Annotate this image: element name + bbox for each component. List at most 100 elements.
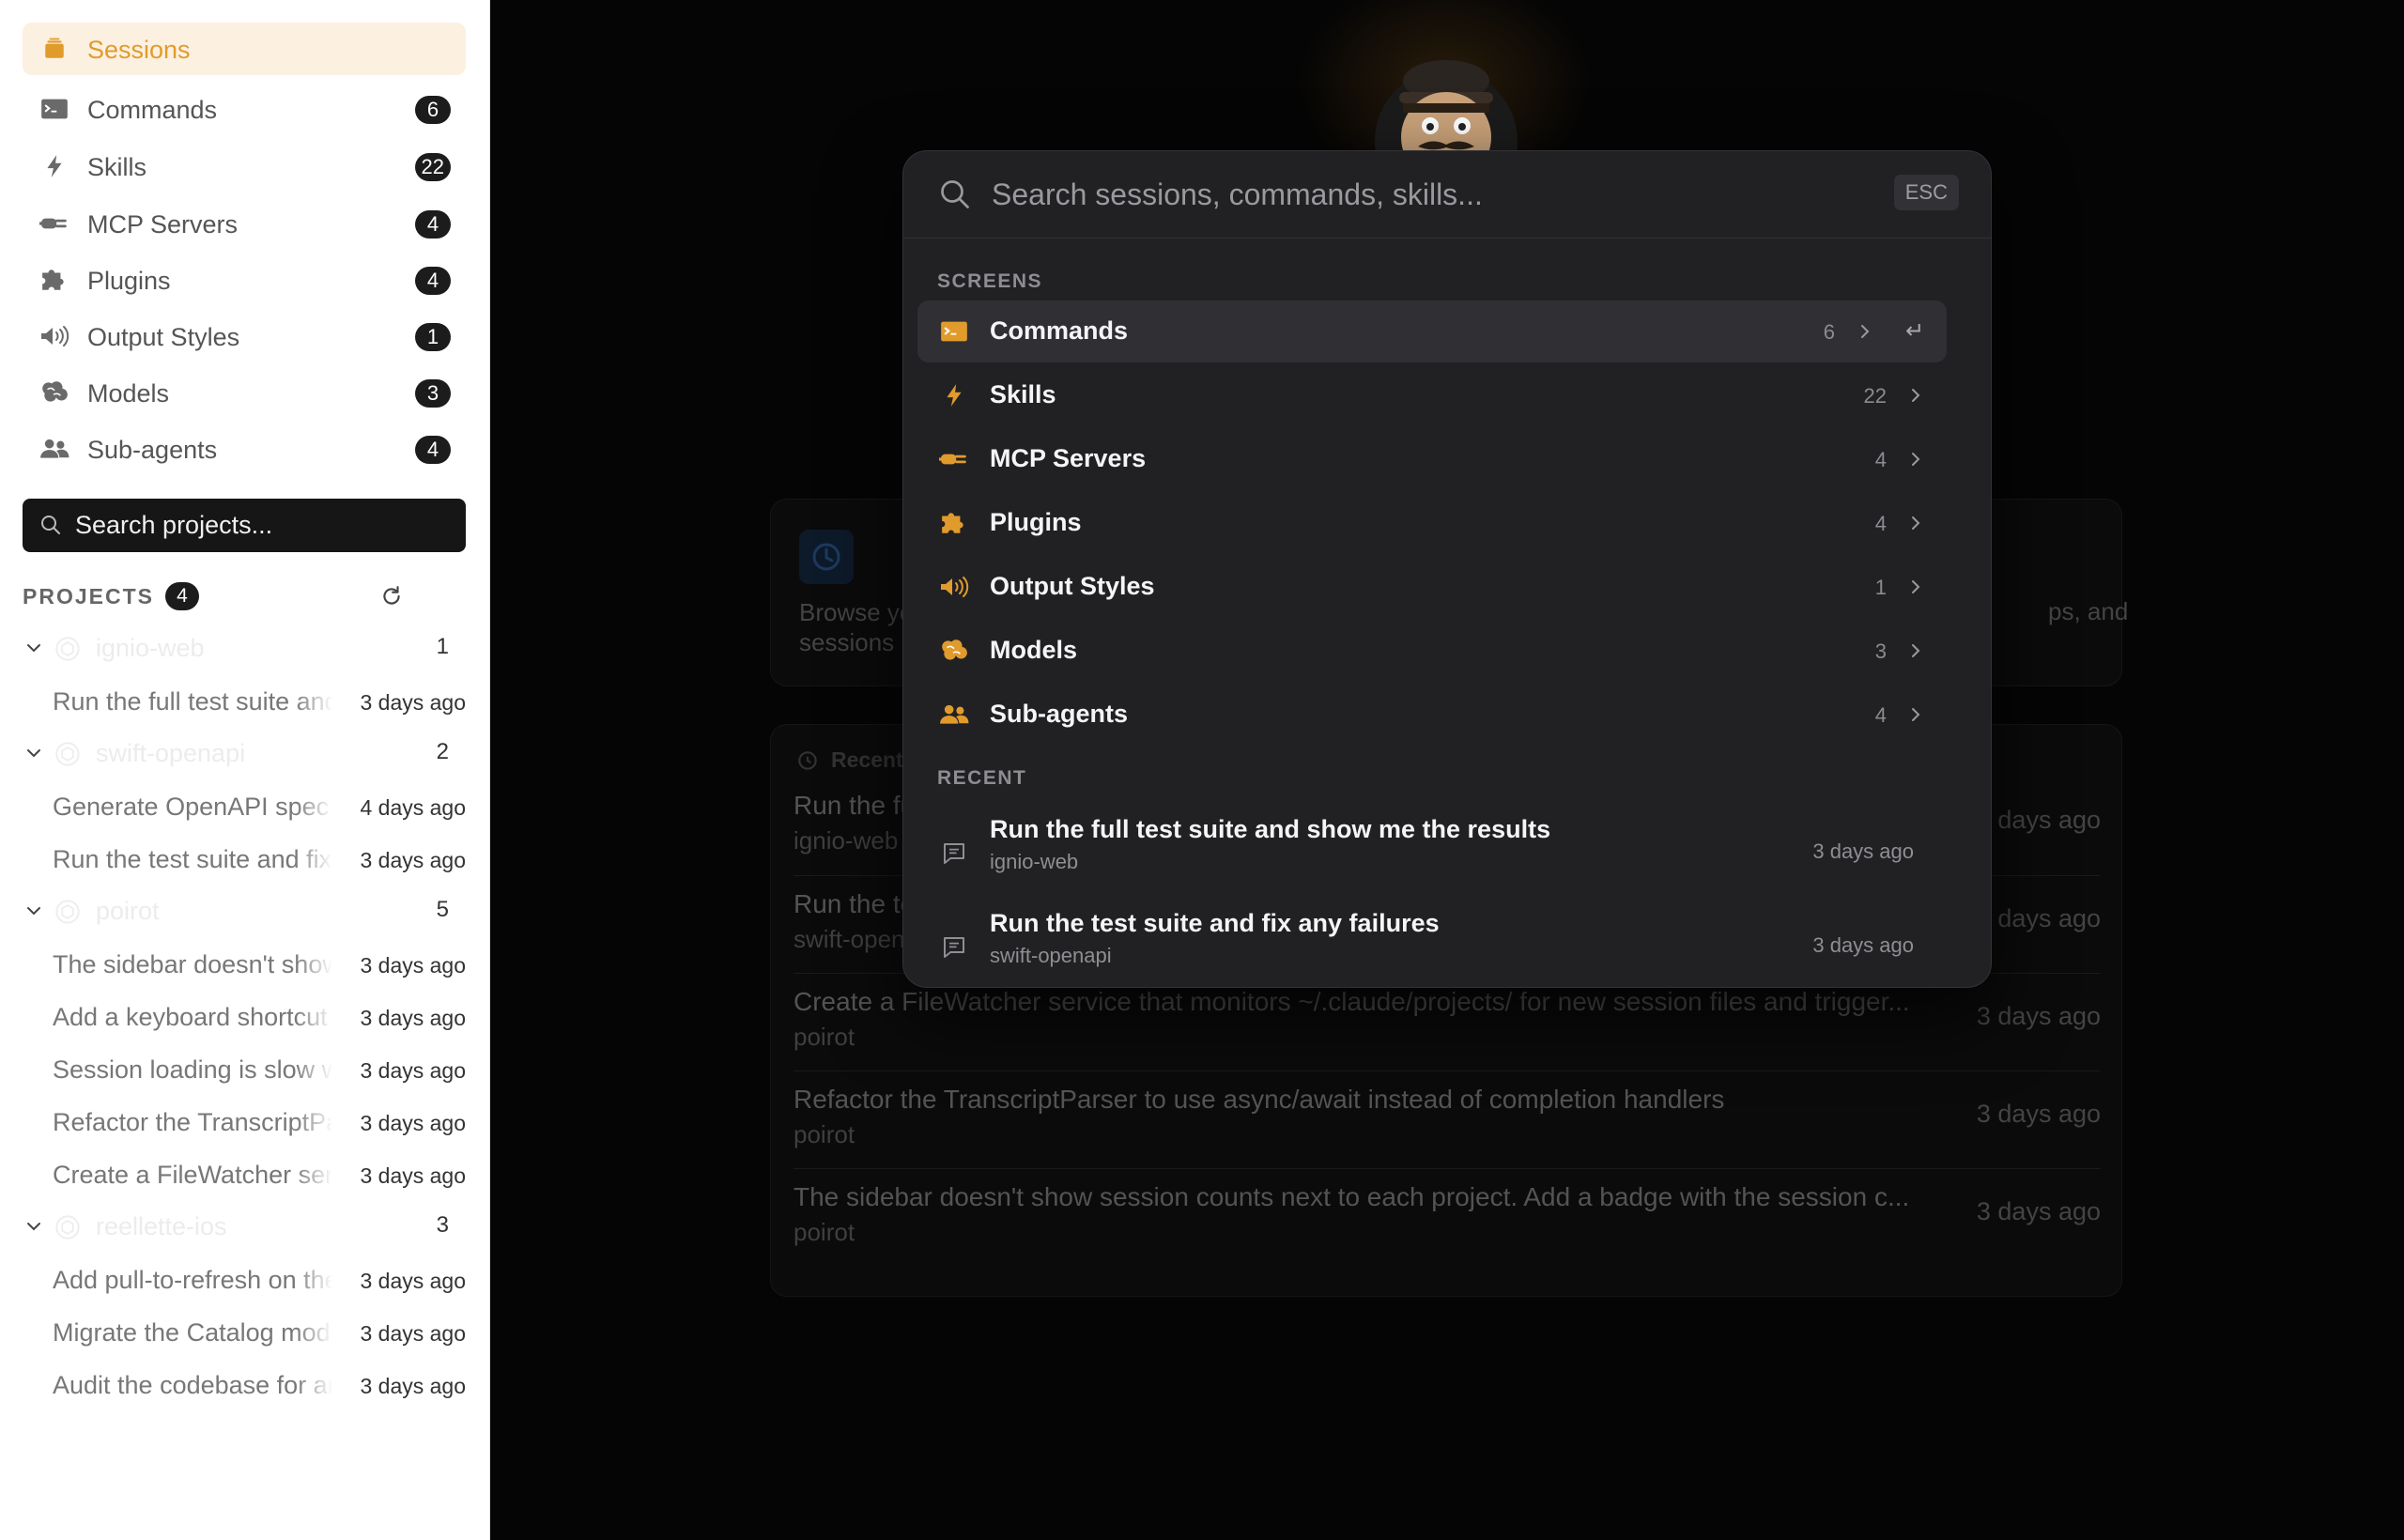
sidebar-item-output-styles[interactable]: Output Styles 1 (23, 310, 466, 362)
palette-item-label: Plugins (990, 508, 1082, 536)
project-search-input[interactable] (75, 499, 451, 552)
sidebar-item-models[interactable]: Models 3 (23, 366, 466, 419)
project-row[interactable]: swift-openapi 2 (23, 736, 466, 770)
sidebar-item-mcp-servers[interactable]: MCP Servers 4 (23, 197, 466, 250)
recent-session-time: 3 days ago (1976, 1100, 2101, 1128)
chevron-down-icon[interactable] (24, 744, 43, 767)
session-time: 3 days ago (360, 1111, 466, 1135)
palette-item-output-styles[interactable]: Output Styles 1 (917, 556, 1947, 618)
clock-icon (799, 530, 854, 584)
chevron-right-icon (1907, 640, 1924, 666)
session-title: Generate OpenAPI spec (53, 793, 332, 822)
session-row[interactable]: Run the full test suite and show me the … (53, 684, 466, 721)
session-title: Add a keyboard shortcut (53, 1003, 332, 1032)
chat-bubble-icon (940, 839, 968, 872)
sidebar-item-sessions[interactable]: Sessions (23, 23, 466, 75)
session-row[interactable]: Generate OpenAPI spec 4 days ago (53, 789, 466, 826)
session-row[interactable]: Add pull-to-refresh on the 3 days ago (53, 1262, 466, 1300)
brain-icon (39, 379, 69, 406)
esc-key-hint[interactable]: ESC (1893, 175, 1959, 210)
recent-session-title: Create a FileWatcher service that monito… (794, 987, 1910, 1016)
chevron-right-icon (1857, 321, 1873, 346)
chevron-down-icon[interactable] (24, 1217, 43, 1240)
session-row[interactable]: The sidebar doesn't show session counts 3… (53, 947, 466, 984)
cube-icon (54, 741, 81, 772)
sidebar-item-plugins[interactable]: Plugins 4 (23, 254, 466, 306)
palette-item-count: 4 (1874, 448, 1887, 471)
session-time: 4 days ago (360, 795, 466, 820)
refresh-icon[interactable] (379, 584, 404, 613)
palette-recent-item[interactable]: Run the full test suite and show me the … (917, 809, 1947, 896)
palette-recent-item[interactable]: Run the test suite and fix any failures s… (917, 903, 1947, 987)
session-title: Refactor the TranscriptParser (53, 1108, 332, 1137)
sidebar-item-label: Sub-agents (87, 436, 218, 464)
session-time: 3 days ago (360, 1163, 466, 1188)
session-row[interactable]: Audit the codebase for any 3 days ago (53, 1367, 466, 1405)
session-title: Audit the codebase for any (53, 1371, 332, 1400)
palette-item-mcp-servers[interactable]: MCP Servers 4 (917, 428, 1947, 490)
screens-heading: SCREENS (937, 270, 1043, 292)
palette-item-commands[interactable]: Commands 6 ↵ (917, 300, 1947, 362)
chevron-right-icon (1907, 449, 1924, 474)
project-search-box[interactable] (23, 499, 466, 552)
project-name: swift-openapi (96, 739, 246, 767)
chevron-right-icon (1907, 577, 1924, 602)
sidebar-item-label: Sessions (87, 36, 191, 64)
session-row[interactable]: Session loading is slow when 3 days ago (53, 1052, 466, 1089)
sidebar-item-skills[interactable]: Skills 22 (23, 140, 466, 192)
palette-recent-time: 3 days ago (1812, 933, 1914, 957)
chevron-down-icon[interactable] (24, 639, 43, 662)
palette-item-sub-agents[interactable]: Sub-agents 4 (917, 684, 1947, 746)
cube-icon (54, 636, 81, 667)
session-row[interactable]: Add a keyboard shortcut 3 days ago (53, 999, 466, 1037)
sidebar: Sessions Commands 6 Skills 22 MCP Servers 4 Plu… (0, 0, 490, 1540)
palette-recent-title: Run the test suite and fix any failures (990, 909, 1440, 937)
session-row[interactable]: Run the test suite and fix any failures 3… (53, 841, 466, 879)
project-row[interactable]: reellette-ios 3 (23, 1209, 466, 1243)
count-badge: 4 (415, 436, 451, 464)
sidebar-item-label: Plugins (87, 267, 171, 295)
session-row[interactable]: Migrate the Catalog model 3 days ago (53, 1315, 466, 1352)
palette-search-input[interactable] (992, 168, 1837, 221)
welcome-text-right: ps, and (2048, 597, 2129, 625)
session-row[interactable]: Create a FileWatcher service 3 days ago (53, 1157, 466, 1194)
projects-count-badge: 4 (164, 582, 199, 610)
palette-recent-title: Run the full test suite and show me the … (990, 815, 1551, 843)
palette-item-models[interactable]: Models 3 (917, 620, 1947, 682)
recent-session-project: poirot (794, 1120, 855, 1148)
chevron-down-icon[interactable] (24, 901, 43, 925)
sidebar-item-commands[interactable]: Commands 6 (23, 83, 466, 135)
project-row[interactable]: ignio-web 1 (23, 631, 466, 665)
session-title: The sidebar doesn't show session counts (53, 950, 332, 979)
palette-item-count: 3 (1874, 639, 1887, 663)
project-row[interactable]: poirot 5 (23, 894, 466, 928)
sidebar-item-label: Skills (87, 153, 147, 181)
plug-icon (939, 446, 969, 472)
plug-icon (39, 210, 69, 237)
palette-item-count: 4 (1874, 703, 1887, 727)
recent-session-project: poirot (794, 1218, 855, 1246)
recent-session-time: 3 days ago (1976, 1002, 2101, 1030)
count-badge: 4 (415, 210, 451, 239)
project-name: poirot (96, 897, 160, 925)
sidebar-item-sub-agents[interactable]: Sub-agents 4 (23, 423, 466, 475)
recent-session-title: Refactor the TranscriptParser to use asy… (794, 1085, 1725, 1114)
palette-item-skills[interactable]: Skills 22 (917, 364, 1947, 426)
palette-item-label: Sub-agents (990, 700, 1129, 728)
recent-session-row[interactable]: The sidebar doesn't show session counts … (794, 1168, 2101, 1266)
speaker-icon (39, 323, 69, 349)
palette-item-count: 4 (1874, 512, 1887, 535)
session-time: 3 days ago (360, 1269, 466, 1293)
history-icon (798, 750, 817, 770)
session-time: 3 days ago (360, 1058, 466, 1083)
recent-session-project: poirot (794, 1023, 855, 1051)
session-title: Create a FileWatcher service (53, 1161, 332, 1190)
bolt-icon (39, 153, 69, 179)
project-name: ignio-web (96, 634, 205, 662)
session-row[interactable]: Refactor the TranscriptParser 3 days ago (53, 1104, 466, 1142)
session-time: 3 days ago (360, 1374, 466, 1398)
recent-session-row[interactable]: Refactor the TranscriptParser to use asy… (794, 1070, 2101, 1168)
palette-item-plugins[interactable]: Plugins 4 (917, 492, 1947, 554)
session-time: 3 days ago (360, 953, 466, 978)
sidebar-item-label: MCP Servers (87, 210, 239, 239)
